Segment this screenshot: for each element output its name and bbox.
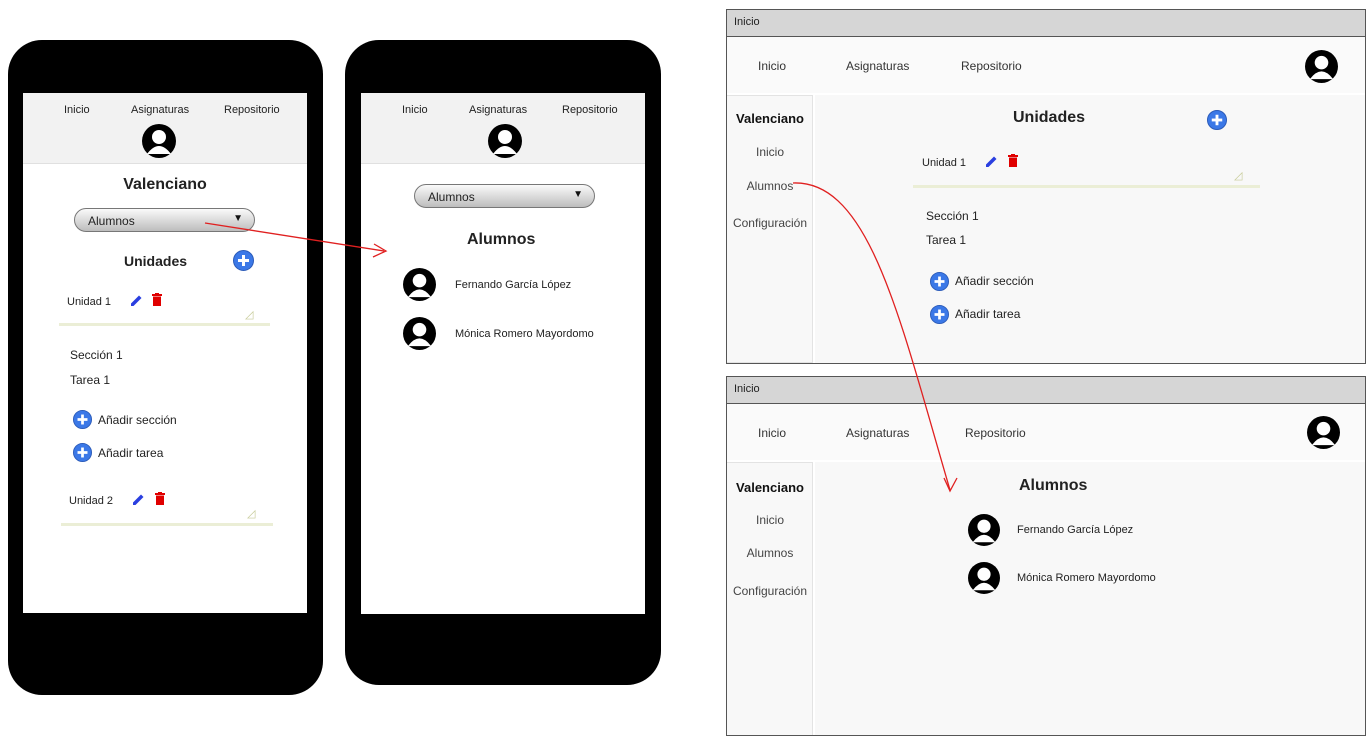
- flow-arrows: [204, 182, 958, 493]
- arrow-phone-to-phone: [204, 222, 388, 258]
- arrow-desktop-to-desktop: [792, 182, 958, 493]
